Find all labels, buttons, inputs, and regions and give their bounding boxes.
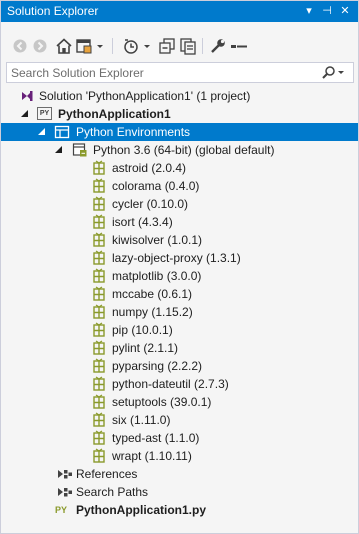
package-label: typed-ast (1.1.0) [112,431,200,445]
package-label: isort (4.3.4) [112,215,173,229]
python-file-icon: PY [55,505,68,515]
package-icon [93,340,105,355]
toolbar-separator [112,38,113,54]
package-label: cycler (0.10.0) [112,197,189,211]
package-label: astroid (2.0.4) [112,161,187,175]
expanded-arrow-icon[interactable] [38,127,46,136]
package-label: pyparsing (2.2.2) [112,359,203,373]
package-icon [93,268,105,283]
tree-item-package[interactable]: pylint (2.1.1) [1,339,358,357]
expanded-arrow-icon[interactable] [55,145,63,154]
toolbar [1,25,358,61]
forward-icon[interactable] [31,37,49,55]
python-file-label: PythonApplication1.py [76,503,207,517]
tree-item-package[interactable]: setuptools (39.0.1) [1,393,358,411]
tree-item-package[interactable]: astroid (2.0.4) [1,159,358,177]
search-icon[interactable] [321,65,347,81]
package-icon [93,250,105,265]
home-icon[interactable] [55,37,73,55]
tree-item-references[interactable]: References [1,465,358,483]
package-icon [93,412,105,427]
tree-item-package[interactable]: pip (10.0.1) [1,321,358,339]
package-label: mccabe (0.6.1) [112,287,193,301]
window-position-dropdown-button[interactable]: ▾ [301,3,317,19]
python-environments-icon [54,125,70,139]
visual-studio-solution-icon [22,91,33,101]
interpreter-label: Python 3.6 (64-bit) (global default) [93,143,275,157]
package-label: python-dateutil (2.7.3) [112,377,229,391]
search-box [6,62,354,83]
tree-item-package[interactable]: kiwisolver (1.0.1) [1,231,358,249]
package-icon [93,304,105,319]
auto-hide-pin-button[interactable]: ⊣ [319,3,335,19]
search-paths-label: Search Paths [76,485,149,499]
package-icon [93,178,105,193]
tree-item-package[interactable]: typed-ast (1.1.0) [1,429,358,447]
pending-changes-filter-icon[interactable] [122,37,140,55]
references-label: References [76,467,138,481]
package-icon [93,286,105,301]
tree-item-python-file[interactable]: PY PythonApplication1.py [1,501,358,519]
package-icon [93,160,105,175]
package-icon [93,214,105,229]
python-project-icon: PY [37,107,52,120]
properties-wrench-icon[interactable] [209,37,227,55]
package-label: kiwisolver (1.0.1) [112,233,203,247]
tree-item-search-paths[interactable]: Search Paths [1,483,358,501]
package-icon [93,232,105,247]
tree-item-package[interactable]: numpy (1.15.2) [1,303,358,321]
tree-item-package[interactable]: six (1.11.0) [1,411,358,429]
package-label: six (1.11.0) [112,413,171,427]
tree-item-interpreter[interactable]: Python 3.6 (64-bit) (global default) [1,141,358,159]
package-icon [93,322,105,337]
expanded-arrow-icon[interactable] [21,109,29,118]
toolbar-separator [202,38,203,54]
tree-item-package[interactable]: python-dateutil (2.7.3) [1,375,358,393]
solution-label: Solution 'PythonApplication1' (1 project… [39,89,251,103]
tree-item-solution[interactable]: Solution 'PythonApplication1' (1 project… [1,87,358,105]
tree-item-python-environments[interactable]: Python Environments [1,123,358,141]
tree-item-package[interactable]: isort (4.3.4) [1,213,358,231]
package-icon [93,448,105,463]
package-icon [93,358,105,373]
close-button[interactable]: ✕ [337,3,353,19]
tree-item-package[interactable]: cycler (0.10.0) [1,195,358,213]
solution-explorer-panel: Solution Explorer ▾ ⊣ ✕ Search Solution … [0,0,359,534]
tree-item-package[interactable]: wrapt (1.10.11) [1,447,358,465]
tree-item-package[interactable]: matplotlib (3.0.0) [1,267,358,285]
package-label: numpy (1.15.2) [112,305,193,319]
package-icon [93,376,105,391]
package-label: pylint (2.1.1) [112,341,179,355]
package-label: lazy-object-proxy (1.3.1) [112,251,241,265]
package-icon [93,430,105,445]
package-label: wrapt (1.10.11) [112,449,192,463]
package-icon [93,394,105,409]
tree-item-package[interactable]: lazy-object-proxy (1.3.1) [1,249,358,267]
switch-views-icon[interactable] [75,37,93,55]
package-label: pip (10.0.1) [112,323,173,337]
project-label: PythonApplication1 [58,107,171,121]
python-environments-label: Python Environments [76,125,191,139]
back-icon[interactable] [11,37,29,55]
python-interpreter-icon [72,143,87,157]
tree-item-project[interactable]: PY PythonApplication1 [1,105,358,123]
window-title: Solution Explorer [7,4,99,18]
chevron-down-icon[interactable] [142,37,152,55]
title-bar: Solution Explorer ▾ ⊣ ✕ [1,1,358,22]
search-input[interactable] [7,63,317,82]
chevron-down-icon[interactable] [95,37,105,55]
search-paths-icon [64,488,72,497]
references-icon [64,470,72,479]
tree-item-package[interactable]: colorama (0.4.0) [1,177,358,195]
preview-selected-items-icon[interactable] [230,37,248,55]
tree-item-package[interactable]: pyparsing (2.2.2) [1,357,358,375]
collapse-all-icon[interactable] [158,37,176,55]
show-all-files-icon[interactable] [179,37,197,55]
package-label: setuptools (39.0.1) [112,395,212,409]
package-label: matplotlib (3.0.0) [112,269,202,283]
tree-item-package[interactable]: mccabe (0.6.1) [1,285,358,303]
package-label: colorama (0.4.0) [112,179,200,193]
package-icon [93,196,105,211]
